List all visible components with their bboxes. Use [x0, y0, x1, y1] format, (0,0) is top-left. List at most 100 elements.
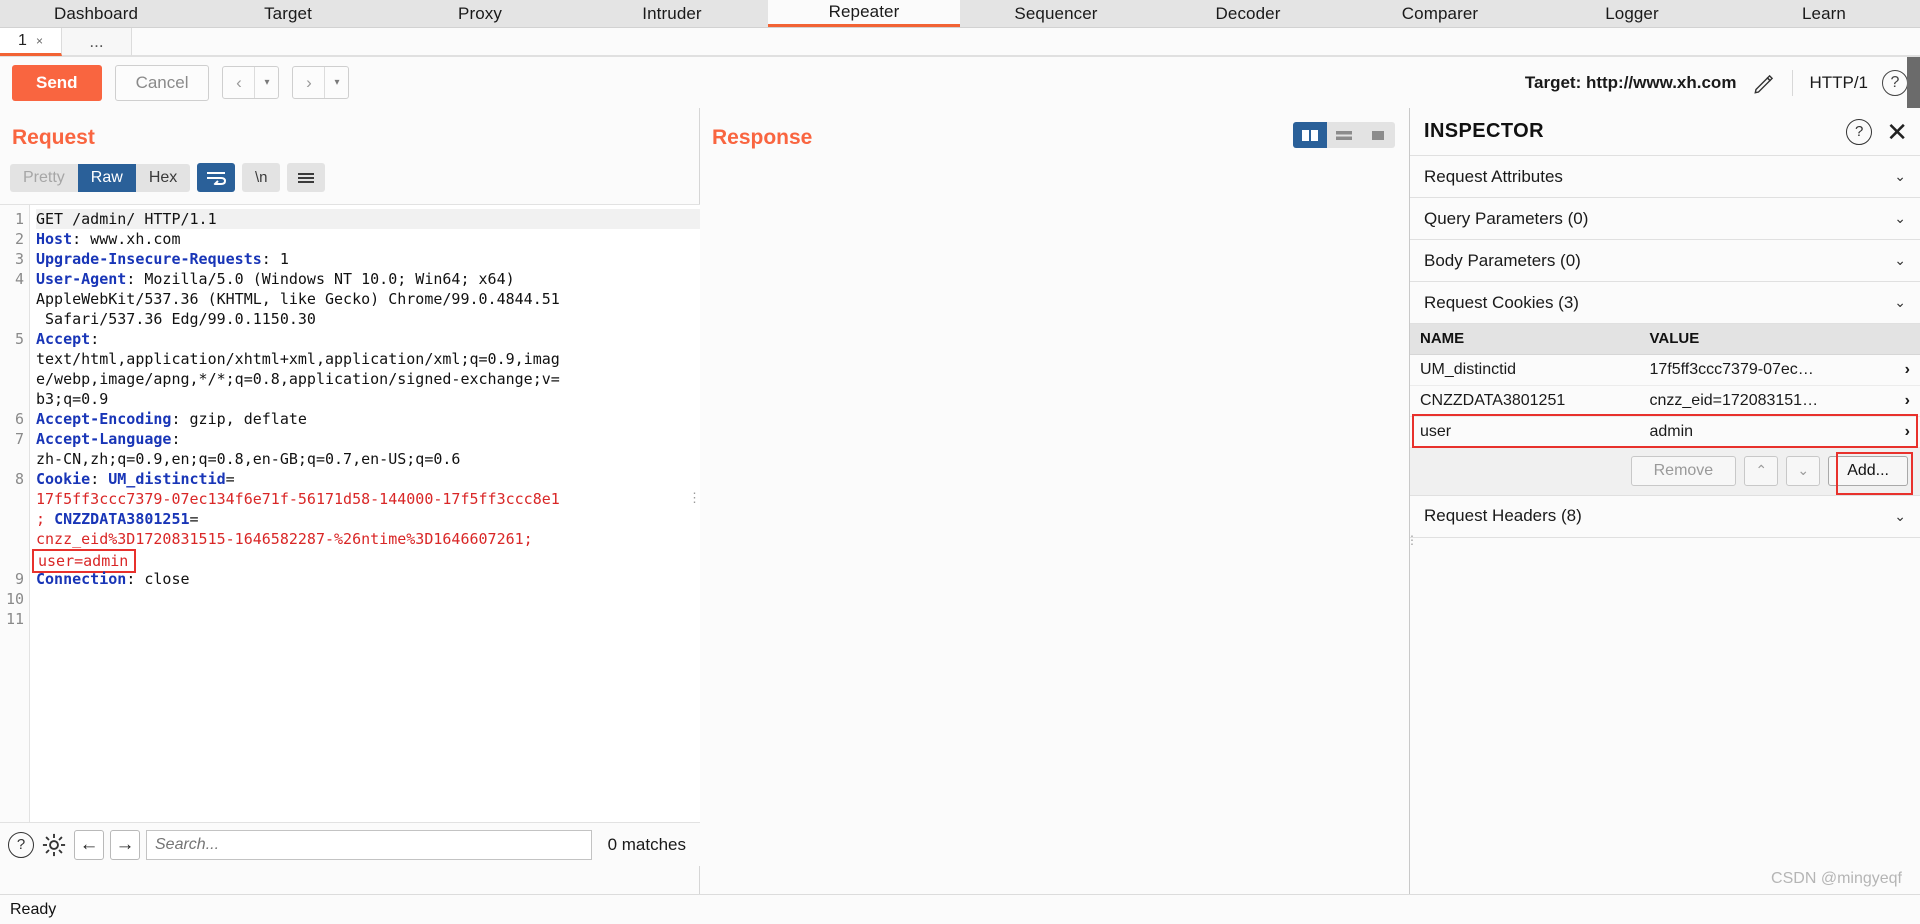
chevron-right-icon[interactable]: › — [1879, 416, 1920, 448]
window-scrollbar-thumb[interactable] — [1907, 57, 1920, 109]
format-tab-raw[interactable]: Raw — [77, 163, 136, 192]
column-header-value: VALUE — [1639, 324, 1880, 355]
main-tab-target[interactable]: Target — [192, 0, 384, 27]
word-wrap-icon[interactable] — [197, 163, 236, 192]
split-vertical-view-icon[interactable] — [1293, 122, 1327, 148]
cookie-row[interactable]: CNZZDATA3801251 cnzz_eid=172083151… › — [1410, 385, 1920, 417]
main-tab-label: Target — [264, 3, 312, 23]
inspector-resize-grip[interactable]: ⋮ — [1406, 534, 1418, 546]
move-up-button[interactable]: ⌃ — [1744, 455, 1779, 486]
main-tab-repeater[interactable]: Repeater — [768, 0, 960, 27]
pencil-icon[interactable] — [1752, 71, 1776, 95]
new-repeater-tab-button[interactable]: ... — [62, 28, 132, 56]
back-arrow-icon[interactable]: ‹ — [223, 67, 254, 98]
newline-toggle-button[interactable]: \n — [242, 163, 281, 192]
cookie-row[interactable]: UM_distinctid 17f5ff3ccc7379-07ec… › — [1410, 354, 1920, 386]
request-line: Accept-Language: — [36, 429, 700, 449]
cookie-name-cell: user — [1410, 416, 1640, 448]
help-icon[interactable]: ? — [1882, 69, 1908, 96]
header-name: Connection — [36, 570, 127, 588]
inspector-section-label: Body Parameters (0) — [1424, 250, 1581, 270]
line-number: 1 — [14, 210, 24, 228]
inspector-section-request-headers[interactable]: Request Headers (8) ⌄ — [1410, 495, 1920, 538]
cookie-value-cell: admin — [1639, 416, 1880, 448]
repeater-tab-1[interactable]: 1 × — [0, 28, 62, 56]
main-tab-intruder[interactable]: Intruder — [576, 0, 768, 27]
inspector-section-request-attributes[interactable]: Request Attributes ⌄ — [1410, 156, 1920, 198]
format-tab-pretty[interactable]: Pretty — [10, 163, 78, 192]
line-number: 8 — [14, 470, 24, 488]
help-icon[interactable]: ? — [1846, 118, 1873, 145]
line-number: 9 — [14, 570, 24, 588]
back-button-group[interactable]: ‹ ▾ — [222, 66, 280, 99]
search-next-button[interactable]: → — [110, 829, 140, 860]
chevron-down-icon[interactable]: ⌄ — [1894, 252, 1906, 269]
main-tab-logger[interactable]: Logger — [1536, 0, 1728, 27]
cancel-button[interactable]: Cancel — [114, 64, 210, 101]
line-number: 7 — [14, 430, 24, 448]
text: : — [171, 430, 181, 448]
format-tab-hex[interactable]: Hex — [135, 163, 191, 192]
request-line: Connection: close — [36, 569, 700, 589]
single-view-icon[interactable] — [1361, 122, 1395, 148]
add-button[interactable]: Add... — [1828, 455, 1908, 486]
header-name: Upgrade-Insecure-Requests — [36, 250, 262, 268]
close-icon[interactable]: ✕ — [1886, 119, 1908, 145]
main-tab-proxy[interactable]: Proxy — [384, 0, 576, 27]
close-icon[interactable]: × — [36, 34, 43, 48]
status-bar: Ready — [0, 894, 1920, 924]
repeater-toolbar: Send Cancel ‹ ▾ › ▾ Target: http://www.x… — [0, 57, 1920, 108]
gear-icon[interactable] — [40, 831, 68, 859]
chevron-right-icon[interactable]: › — [1879, 385, 1920, 417]
main-tab-decoder[interactable]: Decoder — [1152, 0, 1344, 27]
chevron-down-icon[interactable]: ⌄ — [1894, 294, 1906, 311]
text: : 1 — [261, 250, 289, 268]
forward-chevron-down-icon[interactable]: ▾ — [324, 67, 348, 98]
search-input[interactable] — [146, 829, 592, 860]
text: : Mozilla/5.0 (Windows NT 10.0; Win64; x… — [126, 270, 515, 288]
main-tab-learn[interactable]: Learn — [1728, 0, 1920, 27]
back-chevron-down-icon[interactable]: ▾ — [254, 67, 278, 98]
split-horizontal-view-icon[interactable] — [1327, 122, 1361, 148]
chevron-down-icon[interactable]: ⌄ — [1894, 168, 1906, 185]
forward-arrow-icon[interactable]: › — [293, 67, 324, 98]
help-icon[interactable]: ? — [8, 831, 34, 858]
send-button[interactable]: Send — [12, 64, 102, 101]
request-raw-text[interactable]: GET /admin/ HTTP/1.1 Host: www.xh.com Upgr… — [30, 205, 700, 822]
request-editor[interactable]: 1 2 3 4 5 6 7 8 9 10 11 GET /admin/ HTTP/1.1 Host: … — [0, 204, 700, 822]
line-number: 10 — [5, 590, 24, 608]
chevron-right-icon[interactable]: › — [1879, 354, 1920, 386]
inspector-pane: ⋮ INSPECTOR ? ✕ Request Attributes ⌄ Query… — [1406, 108, 1920, 894]
move-down-button[interactable]: ⌄ — [1786, 455, 1821, 486]
cookie-row[interactable]: user admin › — [1410, 416, 1920, 448]
cookie-value: ; — [36, 510, 55, 528]
chevron-down-icon[interactable]: ⌄ — [1894, 508, 1906, 525]
line-number — [0, 489, 29, 509]
inspector-section-body-parameters-0[interactable]: Body Parameters (0) ⌄ — [1410, 240, 1920, 282]
main-tab-label: Sequencer — [1014, 3, 1098, 23]
search-prev-button[interactable]: ← — [74, 829, 104, 860]
http-version-label[interactable]: HTTP/1 — [1809, 73, 1868, 93]
forward-button-group[interactable]: › ▾ — [292, 66, 350, 99]
main-tab-comparer[interactable]: Comparer — [1344, 0, 1536, 27]
pane-resize-grip[interactable]: ⋮ — [688, 491, 700, 504]
line-number: 6 — [14, 410, 24, 428]
view-layout-buttons — [1293, 122, 1395, 148]
cookies-table-container: NAME VALUE UM_distinctid 17f5ff3ccc7379-0… — [1410, 324, 1920, 448]
burp-suite-window: Dashboard Target Proxy Intruder Repeater Sequ… — [0, 0, 1920, 924]
text: : — [90, 330, 100, 348]
hamburger-menu-icon[interactable] — [287, 163, 326, 192]
request-line: cnzz_eid%3D1720831515-1646582287-%26ntim… — [36, 529, 700, 549]
chevron-down-icon[interactable]: ⌄ — [1894, 210, 1906, 227]
inspector-section-query-parameters-0[interactable]: Query Parameters (0) ⌄ — [1410, 198, 1920, 240]
main-tab-label: Decoder — [1215, 3, 1281, 23]
repeater-tab-filler — [132, 28, 1920, 56]
inspector-section-request-cookies[interactable]: Request Cookies (3) ⌄ — [1410, 282, 1920, 324]
line-number — [0, 369, 29, 389]
line-number — [0, 529, 29, 549]
column-header-spacer — [1879, 324, 1920, 355]
main-tab-sequencer[interactable]: Sequencer — [960, 0, 1152, 27]
main-tab-dashboard[interactable]: Dashboard — [0, 0, 192, 27]
remove-button[interactable]: Remove — [1630, 455, 1737, 486]
line-number — [0, 549, 29, 569]
